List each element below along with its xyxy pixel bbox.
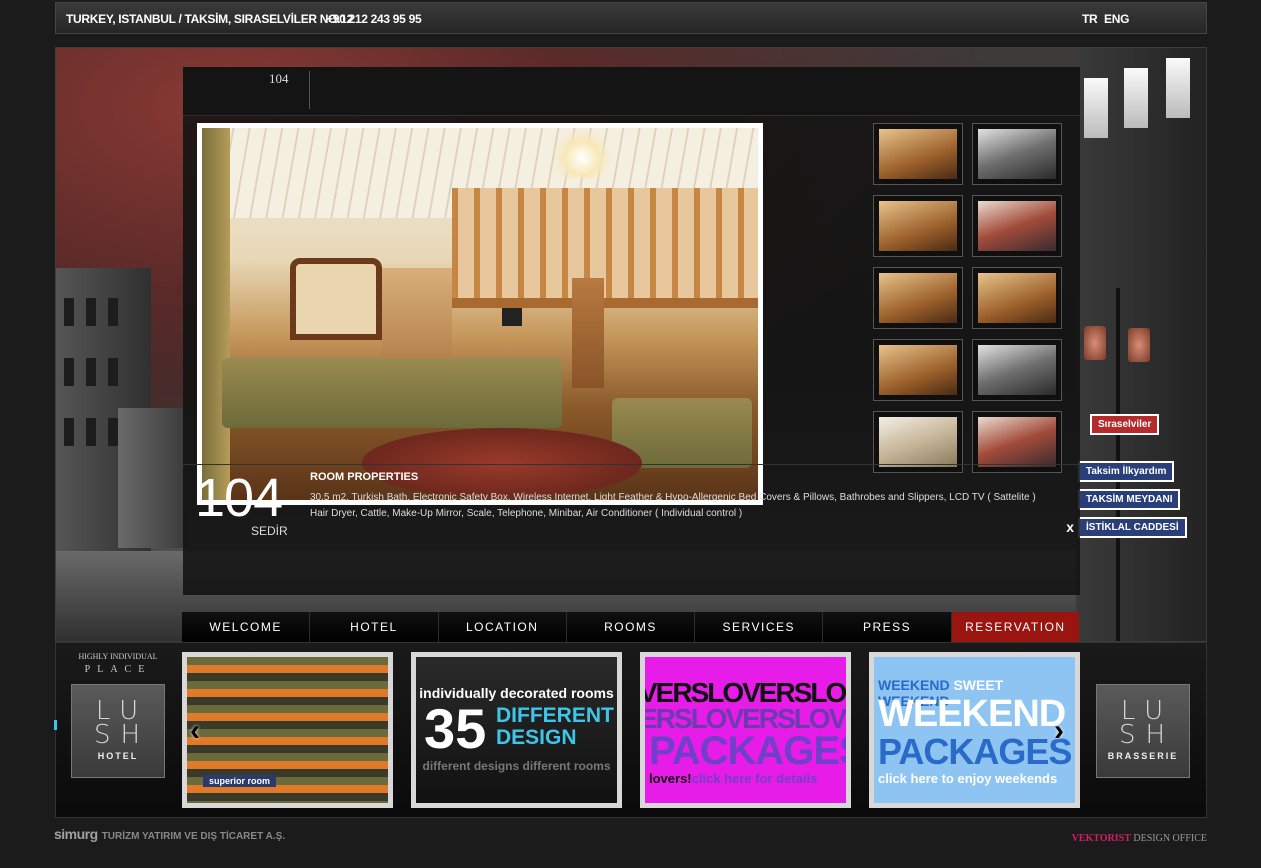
room-properties-text: 30.5 m2, Turkish Bath, Electronic Safety… bbox=[310, 492, 1036, 519]
lang-en-link[interactable]: ENG bbox=[1104, 12, 1129, 26]
gallery-thumbnail[interactable] bbox=[972, 195, 1062, 257]
street-sign-ilkyardim: Taksim İlkyardım bbox=[1078, 461, 1175, 482]
street-sign-meydani: TAKSİM MEYDANI bbox=[1078, 489, 1181, 510]
lush-brasserie-logo[interactable]: LU SH BRASSERIE bbox=[1096, 684, 1190, 778]
lang-tr-link[interactable]: TR bbox=[1082, 12, 1098, 26]
nav-reservation[interactable]: RESERVATION bbox=[951, 612, 1079, 642]
promo-caption: superior room bbox=[203, 775, 277, 787]
designer-suffix: DESIGN OFFICE bbox=[1133, 833, 1207, 844]
room-name: SEDİR bbox=[251, 524, 288, 538]
gallery-thumbnail[interactable] bbox=[972, 267, 1062, 329]
tagline-bottom: PLACE bbox=[84, 664, 152, 675]
footer-company[interactable]: simurg TURİZM YATIRIM VE DIŞ TİCARET A.Ş. bbox=[54, 826, 285, 842]
top-bar: TURKEY, ISTANBUL / TAKSİM, SIRASELVİLER … bbox=[55, 2, 1207, 34]
promo-headline: DIFFERENT DESIGN bbox=[496, 704, 614, 749]
designer-credit[interactable]: VEKTORIST DESIGN OFFICE bbox=[1072, 833, 1207, 844]
gallery-thumbnail[interactable] bbox=[972, 339, 1062, 401]
promo-headline: WEEKEND bbox=[878, 693, 1066, 735]
nav-rooms[interactable]: ROOMS bbox=[566, 612, 696, 642]
room-gallery-panel: 104 104 SEDİR ROOM PROPERTIES 30.5 m2, T… bbox=[183, 67, 1080, 595]
phone-number: +90 212 243 95 95 bbox=[326, 12, 422, 26]
room-tab[interactable]: 104 bbox=[259, 71, 310, 109]
lush-hotel-logo-sub: HOTEL bbox=[97, 751, 139, 761]
promo-headline: PACKAGES bbox=[649, 729, 846, 773]
nav-hotel[interactable]: HOTEL bbox=[310, 612, 439, 642]
carousel-prev-arrow[interactable]: ‹ bbox=[190, 714, 200, 748]
gallery-thumbnail[interactable] bbox=[873, 339, 963, 401]
promo-headline: PACKAGES bbox=[878, 731, 1072, 772]
scroll-marker bbox=[54, 720, 57, 730]
lush-brasserie-logo-sub: BRASSERIE bbox=[1107, 751, 1179, 761]
building-left-far bbox=[118, 408, 188, 548]
nav-location[interactable]: LOCATION bbox=[438, 612, 567, 642]
gallery-thumbnail[interactable] bbox=[972, 123, 1062, 185]
promo-lovers-packages[interactable]: VERSLOVERSLO ERSLOVERSLOV PACKAGES lover… bbox=[640, 652, 851, 808]
promo-superior-room[interactable]: superior room bbox=[182, 652, 393, 808]
nav-press[interactable]: PRESS bbox=[823, 612, 952, 642]
lush-hotel-logo-text: LU SH bbox=[93, 696, 151, 750]
lamp-light bbox=[1128, 328, 1150, 362]
promo-weekend-packages[interactable]: WEEKEND SWEET WEEKEND WEEKEND PACKAGES c… bbox=[869, 652, 1080, 808]
promo-35-designs[interactable]: individually decorated rooms 35 DIFFEREN… bbox=[411, 652, 622, 808]
street-sign-istiklal: İSTİKLAL CADDESİ bbox=[1078, 517, 1187, 538]
lush-brasserie-logo-text: LU SH bbox=[1118, 696, 1176, 750]
gallery-header: 104 bbox=[183, 67, 1080, 116]
promo-cta: lovers!click here for details bbox=[649, 771, 818, 786]
nav-welcome[interactable]: WELCOME bbox=[182, 612, 311, 642]
hero-stage: Sıraselviler Taksim İlkyardım TAKSİM MEY… bbox=[55, 47, 1207, 642]
gallery-thumbnail[interactable] bbox=[873, 123, 963, 185]
room-number: 104 bbox=[195, 468, 283, 528]
main-nav: WELCOME HOTEL LOCATION ROOMS SERVICES PR… bbox=[182, 612, 1079, 642]
street-sign-siraselviler: Sıraselviler bbox=[1090, 414, 1160, 435]
tagline-top: HIGHLY INDIVIDUAL bbox=[78, 652, 158, 661]
close-button[interactable]: x bbox=[1066, 519, 1074, 535]
promo-line: different designs different rooms bbox=[422, 759, 611, 773]
gallery-thumbnail[interactable] bbox=[873, 195, 963, 257]
gallery-thumbnail[interactable] bbox=[873, 267, 963, 329]
lamp-light bbox=[1084, 326, 1106, 360]
panel-divider bbox=[183, 464, 1080, 465]
promo-cta: click here to enjoy weekends bbox=[878, 771, 1058, 786]
promo-number: 35 bbox=[424, 697, 487, 760]
room-properties-title: ROOM PROPERTIES bbox=[310, 471, 419, 483]
nav-services[interactable]: SERVICES bbox=[695, 612, 824, 642]
company-name: TURİZM YATIRIM VE DIŞ TİCARET A.Ş. bbox=[101, 831, 286, 842]
carousel-next-arrow[interactable]: › bbox=[1054, 714, 1064, 748]
main-room-photo bbox=[197, 123, 763, 505]
designer-name: VEKTORIST bbox=[1071, 833, 1131, 844]
address: TURKEY, ISTANBUL / TAKSİM, SIRASELVİLER … bbox=[66, 12, 353, 26]
lush-hotel-logo[interactable]: LU SH HOTEL bbox=[71, 684, 165, 778]
simurg-logo: simurg bbox=[54, 826, 98, 842]
